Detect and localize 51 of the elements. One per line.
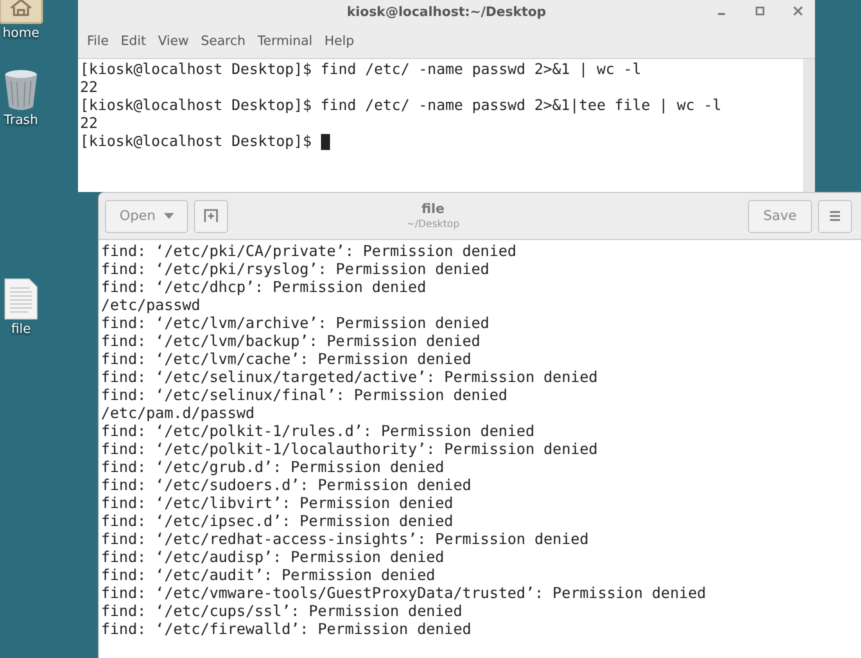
text-line: find: ‘/etc/polkit-1/localauthority’: Permission denied <box>101 440 598 458</box>
text-line: find: ‘/etc/selinux/final’: Permission denied <box>101 386 508 404</box>
trash-icon[interactable] <box>3 69 39 111</box>
open-button[interactable]: Open <box>105 200 188 232</box>
text-line: find: ‘/etc/lvm/archive’: Permission denied <box>101 314 490 332</box>
text-line: find: ‘/etc/vmware-tools/GuestProxyData/trusted’: Permission denied <box>101 584 706 602</box>
text-line: /etc/pam.d/passwd <box>101 404 255 422</box>
menu-item[interactable]: View <box>152 34 195 48</box>
text-line: find: ‘/etc/pki/rsyslog’: Permission denied <box>101 260 490 278</box>
menu-item[interactable]: File <box>81 34 115 48</box>
new-document-icon <box>204 209 218 223</box>
scrollbar-track[interactable] <box>803 59 815 192</box>
text-line: find: ‘/etc/cups/ssl’: Permission denied <box>101 602 462 620</box>
menu-button[interactable] <box>818 200 852 232</box>
menu-item[interactable]: Search <box>194 34 252 48</box>
text-line: find: ‘/etc/firewalld’: Permission denied <box>101 620 472 638</box>
menu-item[interactable]: Help <box>318 34 360 48</box>
menu-item[interactable]: Edit <box>114 34 152 48</box>
desktop-icon-label: home <box>2 26 40 41</box>
text-line: find: ‘/etc/grub.d’: Permission denied <box>101 458 444 476</box>
text-line: find: ‘/etc/redhat-access-insights’: Permission denied <box>101 530 589 548</box>
text-line: find: ‘/etc/dhcp’: Permission denied <box>101 278 426 296</box>
text-line: find: ‘/etc/lvm/cache’: Permission denied <box>101 350 472 368</box>
terminal-line: 22 <box>80 115 98 133</box>
desktop-icon-label: Trash <box>4 113 38 128</box>
maximize-icon[interactable] <box>755 6 765 16</box>
save-button[interactable]: Save <box>748 200 812 232</box>
new-tab-button[interactable] <box>194 200 228 232</box>
menu-item[interactable]: Terminal <box>251 34 318 48</box>
caret-icon <box>164 213 174 219</box>
text-line: find: ‘/etc/pki/CA/private’: Permission denied <box>101 242 516 260</box>
menu-icon <box>829 210 841 222</box>
document-title: file <box>422 202 444 217</box>
close-icon[interactable] <box>793 6 803 16</box>
terminal-line: [kiosk@localhost Desktop]$ <box>80 133 313 151</box>
window-title: kiosk@localhost:~/Desktop <box>346 4 546 20</box>
text-line: find: ‘/etc/ipsec.d’: Permission denied <box>101 512 454 530</box>
text-line: find: ‘/etc/audit’: Permission denied <box>101 566 436 584</box>
text-line: find: ‘/etc/sudoers.d’: Permission denied <box>101 476 472 494</box>
desktop-icon-label: file <box>11 322 31 337</box>
terminal-line: 22 <box>80 79 98 97</box>
terminal-line: [kiosk@localhost Desktop]$ find /etc/ -name passwd 2>&1 | wc -l <box>80 61 642 79</box>
text-line: find: ‘/etc/selinux/targeted/active’: Permission denied <box>101 368 598 386</box>
text-line: /etc/passwd <box>101 296 200 314</box>
text-line: find: ‘/etc/libvirt’: Permission denied <box>101 494 454 512</box>
terminal-line: [kiosk@localhost Desktop]$ find /etc/ -name passwd 2>&1|tee file | wc -l <box>80 97 722 115</box>
text-line: find: ‘/etc/audisp’: Permission denied <box>101 548 444 566</box>
text-line: find: ‘/etc/polkit-1/rules.d’: Permission denied <box>101 422 534 440</box>
text-line: find: ‘/etc/lvm/backup’: Permission denied <box>101 332 480 350</box>
document-path: ~/Desktop <box>406 219 460 230</box>
document-icon[interactable] <box>4 278 38 320</box>
